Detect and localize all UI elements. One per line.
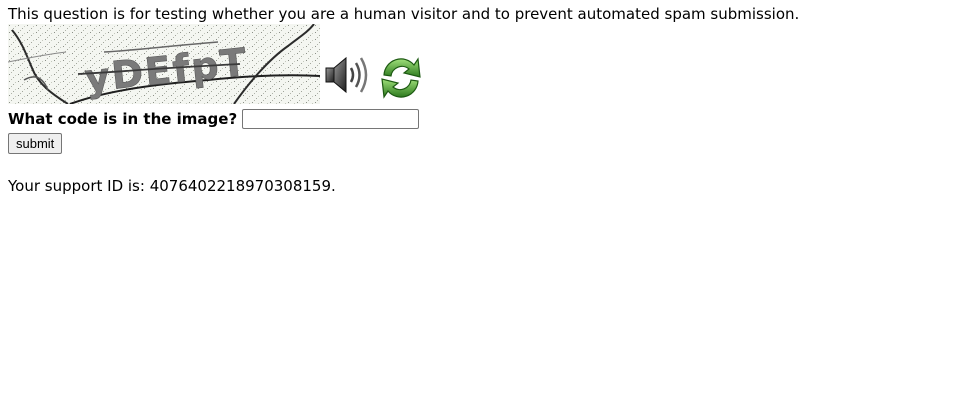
captcha-image: yDEfpT: [8, 24, 320, 104]
speaker-icon[interactable]: [322, 50, 372, 100]
submit-button[interactable]: submit: [8, 133, 63, 154]
question-row: What code is in the image?: [8, 109, 420, 129]
captcha-area: yDEfpT: [8, 24, 426, 104]
captcha-answer-input[interactable]: [242, 109, 420, 129]
refresh-icon[interactable]: [376, 53, 426, 103]
support-id-text: Your support ID is: 4076402218970308159.: [8, 177, 336, 195]
question-label: What code is in the image?: [8, 110, 238, 128]
intro-text: This question is for testing whether you…: [8, 5, 800, 23]
